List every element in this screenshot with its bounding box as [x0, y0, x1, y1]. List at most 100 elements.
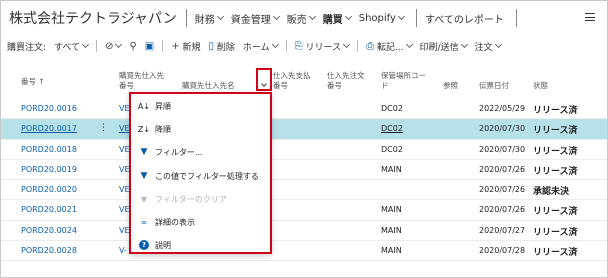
- view-layout-button[interactable]: ▣: [145, 41, 154, 52]
- column-header-pay-vendor-number[interactable]: 仕入先支払 番号: [273, 71, 317, 91]
- status-value: リリース済: [533, 106, 578, 116]
- menu-item-filter[interactable]: ▼ フィルター...: [131, 142, 270, 162]
- nav-divider: [185, 9, 187, 27]
- menu-item-sort-descending[interactable]: Z↓ 降順: [131, 119, 270, 139]
- page-frame: 株式会社テクトラジャパン 財務 資金管理 販売 購買 Shopify すべてのレ…: [0, 0, 608, 278]
- location-code: MAIN: [381, 225, 402, 235]
- document-date: 2020/07/30: [479, 124, 526, 134]
- menu-item-help[interactable]: ? 説明: [131, 235, 270, 255]
- location-code: MAIN: [381, 205, 402, 215]
- company-name[interactable]: 株式会社テクトラジャパン: [9, 8, 177, 28]
- nav-item-finance[interactable]: 財務: [195, 11, 224, 26]
- search-button[interactable]: ⚲: [129, 41, 136, 52]
- order-number-link[interactable]: PORD20.0024: [21, 226, 77, 235]
- chevron-down-icon: [344, 12, 352, 21]
- sort-descending-icon: Z↓: [137, 124, 151, 134]
- table-row[interactable]: PORD20.0024 VE MAIN 2020/07/27 リリース済: [1, 221, 607, 242]
- row-actions-ellipsis-icon[interactable]: ⋮: [99, 123, 108, 133]
- status-value: リリース済: [533, 248, 578, 259]
- location-code: DC02: [381, 104, 403, 113]
- plus-icon: +: [171, 40, 180, 52]
- order-number-link[interactable]: PORD20.0021: [21, 205, 77, 214]
- table-row[interactable]: PORD20.0028 V- MAIN 2020/07/28 リリース済: [1, 241, 607, 262]
- order-number-link[interactable]: PORD20.0018: [21, 145, 77, 154]
- document-date: 2020/07/30: [479, 144, 526, 154]
- post-icon: ⎙: [366, 40, 375, 52]
- status-value: リリース済: [533, 146, 578, 157]
- delete-button[interactable]: ▯ 削除: [209, 40, 235, 53]
- menu-item-show-details[interactable]: ∞ 詳細の表示: [131, 212, 270, 232]
- order-number-link[interactable]: PORD20.0016: [21, 104, 77, 113]
- column-header-document-date[interactable]: 伝票日付: [479, 81, 509, 91]
- table-header: 番号 ↑ 購買先仕入先 番号 購買先仕入先名 仕入先支払 番号 仕入先注文 番号…: [1, 63, 607, 99]
- action-toolbar: 購買注文: すべて ⊘ ⚲ ▣ + 新規 ▯ 削除 ホーム ⎘ リリース ⎙ 転…: [1, 35, 607, 57]
- vendor-number-link[interactable]: VE: [119, 104, 130, 113]
- table-row[interactable]: PORD20.0020 VE 2020/07/26 承認未決: [1, 180, 607, 201]
- table-row[interactable]: PORD20.0016 VE DC02 2022/05/29 リリース済: [1, 99, 607, 120]
- nav-item-sales[interactable]: 販売: [287, 11, 316, 26]
- hamburger-menu-icon[interactable]: [585, 13, 595, 21]
- column-header-reference[interactable]: 参照: [443, 81, 458, 91]
- chevron-down-icon: [343, 40, 351, 49]
- nav-item-all-reports[interactable]: すべてのレポート: [425, 11, 504, 26]
- release-menu[interactable]: ⎘ リリース: [295, 40, 351, 53]
- trash-icon: ▯: [208, 40, 215, 52]
- home-menu[interactable]: ホーム: [243, 40, 279, 53]
- table-row-selected[interactable]: PORD20.0017 ⋮ VE DC02 2020/07/30 リリース済: [1, 119, 607, 140]
- page-title: 購買注文:: [7, 42, 47, 53]
- toolbar-divider: [357, 40, 359, 52]
- status-value: リリース済: [533, 166, 578, 177]
- nav-divider: [515, 9, 517, 27]
- column-header-status[interactable]: 状態: [533, 81, 548, 91]
- order-number-link[interactable]: PORD20.0020: [21, 185, 77, 194]
- order-number-link[interactable]: PORD20.0019: [21, 165, 77, 174]
- column-context-menu: A↓ 昇順 Z↓ 降順 ▼ フィルター... ▼ この値でフィルター処理する ▼…: [129, 92, 272, 254]
- column-header-location-code[interactable]: 保管場所コー ド: [381, 71, 433, 91]
- status-value: リリース済: [533, 126, 578, 137]
- chevron-down-icon: [272, 12, 280, 21]
- column-header-number[interactable]: 番号 ↑: [21, 77, 45, 87]
- toolbar-divider: [285, 40, 287, 52]
- chevron-down-icon: [271, 40, 279, 49]
- nav-item-purchasing[interactable]: 購買: [323, 11, 352, 26]
- filter-pane-button[interactable]: ⊘: [105, 41, 123, 52]
- vendor-number-link[interactable]: VE: [119, 226, 130, 235]
- column-header-vendor-number[interactable]: 購買先仕入先 番号: [119, 71, 179, 91]
- table-row[interactable]: PORD20.0019 VE MAIN 2020/07/26 リリース済: [1, 160, 607, 181]
- vendor-number-link[interactable]: VE: [119, 145, 130, 154]
- document-date: 2020/07/26: [479, 205, 526, 215]
- location-code: MAIN: [381, 164, 402, 174]
- status-value: リリース済: [533, 227, 578, 238]
- nav-item-cash-management[interactable]: 資金管理: [231, 11, 280, 26]
- document-date: 2020/07/27: [479, 225, 526, 235]
- location-code: DC02: [381, 124, 403, 134]
- menu-item-filter-by-value[interactable]: ▼ この値でフィルター処理する: [131, 166, 270, 186]
- vendor-number-link[interactable]: VE: [119, 205, 130, 214]
- vendor-number-link[interactable]: VE: [119, 124, 130, 133]
- view-filter-dropdown[interactable]: すべて: [54, 40, 90, 53]
- menu-item-sort-ascending[interactable]: A↓ 昇順: [131, 96, 270, 116]
- order-menu[interactable]: 注文: [475, 40, 502, 53]
- status-value: リリース済: [533, 207, 578, 218]
- nav-item-shopify[interactable]: Shopify: [359, 12, 405, 24]
- nav-divider: [415, 9, 417, 27]
- order-number-link[interactable]: PORD20.0028: [21, 246, 77, 255]
- post-menu[interactable]: ⎙ 転記...: [366, 40, 413, 53]
- binoculars-icon: ∞: [140, 217, 148, 227]
- order-number-link[interactable]: PORD20.0017: [21, 124, 77, 133]
- vendor-number-link[interactable]: VE: [119, 185, 130, 194]
- column-header-vendor-name[interactable]: 購買先仕入先名: [182, 81, 235, 91]
- vendor-number-link[interactable]: VE: [119, 165, 130, 174]
- chevron-down-icon: [308, 12, 316, 21]
- filter-icon: ▼: [140, 147, 148, 157]
- vendor-number-link[interactable]: V-: [119, 246, 127, 255]
- column-menu-trigger[interactable]: [256, 68, 272, 91]
- chevron-down-icon: [82, 40, 90, 49]
- document-date: 2020/07/28: [479, 246, 526, 256]
- chevron-down-icon: [397, 12, 405, 21]
- table-row[interactable]: PORD20.0018 VE DC02 2020/07/30 リリース済: [1, 140, 607, 160]
- column-header-vendor-order-number[interactable]: 仕入先注文 番号: [327, 71, 371, 91]
- table-row[interactable]: PORD20.0021 VE MAIN 2020/07/26 リリース済: [1, 200, 607, 221]
- new-button[interactable]: + 新規: [171, 40, 200, 53]
- print-send-menu[interactable]: 印刷/送信: [420, 40, 468, 53]
